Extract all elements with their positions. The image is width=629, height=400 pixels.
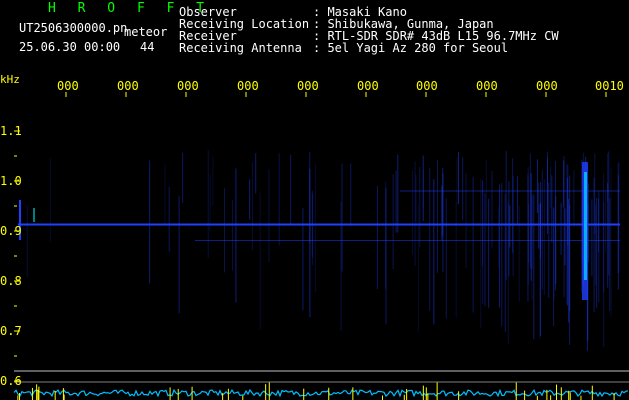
time-tick: 000 — [297, 79, 319, 93]
y-tick-label: 1.1 — [0, 124, 22, 138]
time-tick: 000 — [237, 79, 259, 93]
time-tick: 000 — [536, 79, 558, 93]
time-tick: 000 — [57, 79, 79, 93]
y-tick-label: 0.6 — [0, 374, 22, 388]
y-tick-label: 0.7 — [0, 324, 22, 338]
time-tick: 000 — [177, 79, 199, 93]
meteor-echo-core — [584, 172, 587, 280]
time-tick: 0010 — [595, 79, 624, 93]
date-time: 25.06.30 00:00 — [19, 40, 121, 54]
spectrogram-plot — [13, 92, 629, 400]
y-tick-label: 1.0 — [0, 174, 22, 188]
meta-value-antenna: : 5el Yagi Az 280 for Seoul — [313, 41, 509, 55]
meta-key-antenna: Receiving Antenna — [179, 41, 302, 55]
meteor-count: 44 — [140, 40, 155, 54]
time-tick: 000 — [416, 79, 438, 93]
time-tick: 000 — [357, 79, 379, 93]
time-tick: 000 — [117, 79, 139, 93]
file-name: UT2506300000.pn — [19, 21, 128, 35]
time-tick: 000 — [476, 79, 498, 93]
y-tick-label: 0.8 — [0, 274, 22, 288]
noise-floor — [13, 388, 629, 398]
y-tick-label: 0.9 — [0, 224, 22, 238]
meteor-label: meteor — [124, 25, 168, 39]
y-axis-unit: kHz — [0, 73, 20, 86]
